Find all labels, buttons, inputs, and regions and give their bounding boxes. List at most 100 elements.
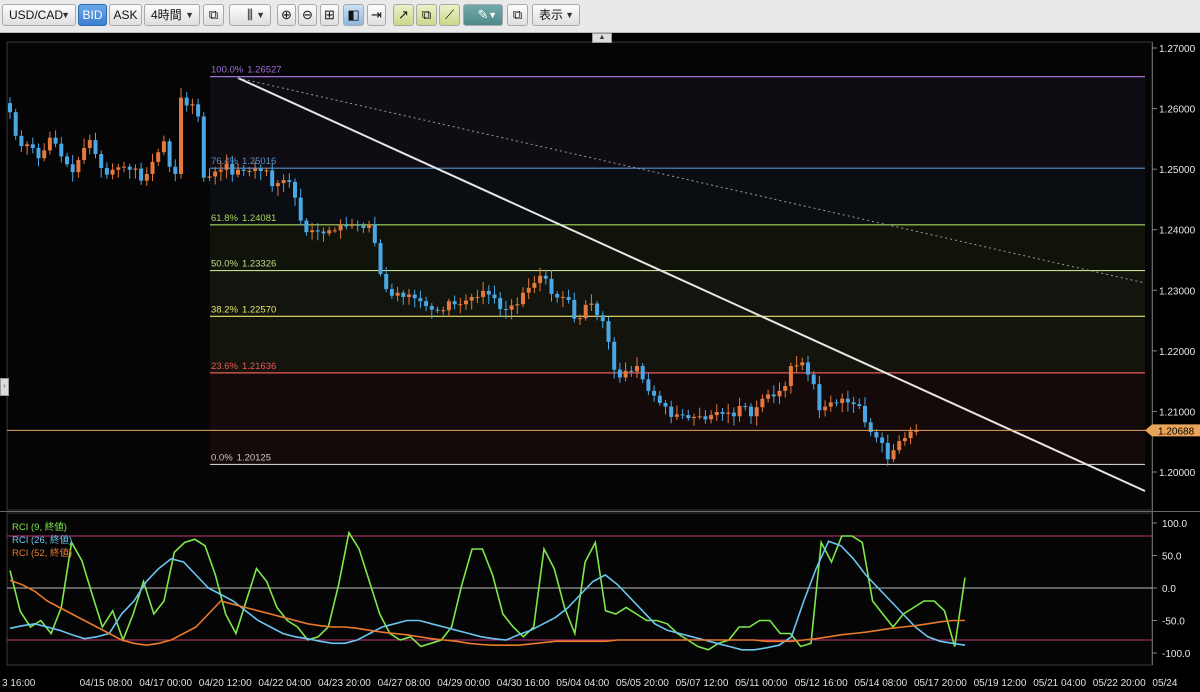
candle-body[interactable] — [800, 362, 805, 366]
candle-body[interactable] — [521, 292, 525, 305]
candle-body[interactable] — [59, 143, 64, 157]
candle-body[interactable] — [509, 305, 514, 310]
candle-body[interactable] — [424, 301, 429, 307]
candle-body[interactable] — [384, 273, 389, 290]
candle-body[interactable] — [258, 168, 263, 171]
candle-body[interactable] — [743, 405, 748, 407]
candle-body[interactable] — [8, 103, 12, 113]
candle-body[interactable] — [304, 220, 309, 233]
candle-body[interactable] — [828, 402, 833, 407]
candle-body[interactable] — [475, 296, 480, 298]
candle-body[interactable] — [275, 183, 280, 187]
candle-body[interactable] — [794, 365, 799, 367]
candle-body[interactable] — [749, 406, 753, 417]
candle-body[interactable] — [127, 166, 132, 170]
candle-body[interactable] — [817, 384, 822, 411]
display-menu-button[interactable]: 表示 ▼ — [532, 4, 580, 26]
candle-body[interactable] — [635, 366, 639, 372]
candle-body[interactable] — [538, 275, 543, 284]
candle-body[interactable] — [663, 402, 668, 407]
candle-body[interactable] — [87, 140, 92, 148]
timeframe-select[interactable]: 4時間 ▼ — [144, 4, 200, 26]
candle-body[interactable] — [783, 385, 788, 391]
candle-body[interactable] — [692, 416, 696, 419]
symbol-select[interactable]: USD/CAD ▼ — [2, 4, 76, 26]
candle-body[interactable] — [845, 398, 850, 403]
candle-body[interactable] — [247, 170, 252, 172]
candle-body[interactable] — [880, 437, 885, 443]
chart-canvas[interactable]: 100.0% 1.2652776.4% 1.2501661.8% 1.2408150.… — [0, 0, 1200, 692]
candle-body[interactable] — [190, 104, 195, 106]
candle-body[interactable] — [344, 225, 349, 227]
candle-body[interactable] — [70, 164, 75, 173]
candle-body[interactable] — [777, 390, 782, 397]
candle-body[interactable] — [754, 407, 759, 417]
candle-body[interactable] — [116, 167, 121, 170]
candle-body[interactable] — [441, 310, 446, 312]
candle-body[interactable] — [367, 224, 372, 228]
candle-body[interactable] — [731, 412, 736, 417]
side-panel-handle-icon[interactable]: › — [0, 378, 9, 396]
candle-body[interactable] — [640, 366, 645, 380]
candle-body[interactable] — [167, 141, 172, 167]
candle-body[interactable] — [310, 230, 315, 233]
candle-body[interactable] — [338, 225, 343, 231]
candle-body[interactable] — [25, 144, 30, 147]
indicator-list-icon[interactable]: ⧉ — [416, 4, 437, 26]
candle-body[interactable] — [395, 292, 400, 296]
candle-body[interactable] — [401, 292, 406, 297]
candle-body[interactable] — [287, 180, 292, 182]
add-indicator-icon[interactable]: ↗ — [393, 4, 414, 26]
candle-body[interactable] — [139, 168, 144, 181]
candle-body[interactable] — [133, 168, 138, 170]
chart-type-select[interactable]: ⫼ ▼ — [229, 4, 271, 26]
candle-body[interactable] — [657, 395, 662, 403]
candle-body[interactable] — [834, 402, 839, 404]
candle-body[interactable] — [737, 405, 742, 417]
zoom-out-icon[interactable]: ⊖ — [298, 4, 317, 26]
candle-body[interactable] — [47, 137, 52, 151]
candle-body[interactable] — [270, 170, 275, 187]
candle-body[interactable] — [806, 362, 810, 375]
candle-body[interactable] — [680, 414, 685, 416]
collapse-toolbar-icon[interactable]: ▲ — [592, 33, 612, 43]
candle-body[interactable] — [184, 97, 189, 106]
candle-body[interactable] — [412, 294, 417, 299]
candle-body[interactable] — [281, 180, 286, 184]
candle-body[interactable] — [503, 309, 508, 311]
candle-body[interactable] — [446, 301, 451, 311]
candle-body[interactable] — [293, 181, 297, 198]
candle-body[interactable] — [646, 379, 651, 391]
drawing-tools-icon[interactable]: ⟋ — [439, 4, 460, 26]
candle-body[interactable] — [857, 404, 862, 406]
candle-body[interactable] — [156, 152, 161, 162]
candle-body[interactable] — [532, 283, 537, 288]
candle-body[interactable] — [19, 135, 24, 147]
candle-body[interactable] — [703, 416, 708, 420]
candle-body[interactable] — [492, 294, 497, 299]
candle-body[interactable] — [207, 176, 212, 178]
candle-body[interactable] — [697, 416, 702, 418]
candle-body[interactable] — [236, 169, 240, 175]
candle-body[interactable] — [908, 431, 913, 439]
candle-body[interactable] — [264, 170, 269, 172]
candle-body[interactable] — [469, 296, 474, 301]
candle-body[interactable] — [617, 369, 622, 378]
candle-body[interactable] — [526, 287, 531, 293]
candle-body[interactable] — [378, 243, 383, 274]
candle-body[interactable] — [595, 303, 600, 316]
candle-body[interactable] — [201, 116, 206, 178]
candle-body[interactable] — [612, 341, 617, 370]
candle-body[interactable] — [355, 224, 360, 226]
candle-body[interactable] — [332, 230, 337, 232]
candle-body[interactable] — [481, 290, 486, 297]
fit-icon[interactable]: ⊞ — [320, 4, 339, 26]
zoom-in-icon[interactable]: ⊕ — [277, 4, 296, 26]
candle-body[interactable] — [863, 405, 867, 423]
candle-body[interactable] — [572, 299, 577, 319]
candle-body[interactable] — [606, 321, 611, 342]
candle-body[interactable] — [315, 230, 320, 232]
candle-body[interactable] — [464, 300, 468, 305]
panel-toggle-icon[interactable]: ◧ — [343, 4, 364, 26]
candle-body[interactable] — [652, 390, 657, 396]
